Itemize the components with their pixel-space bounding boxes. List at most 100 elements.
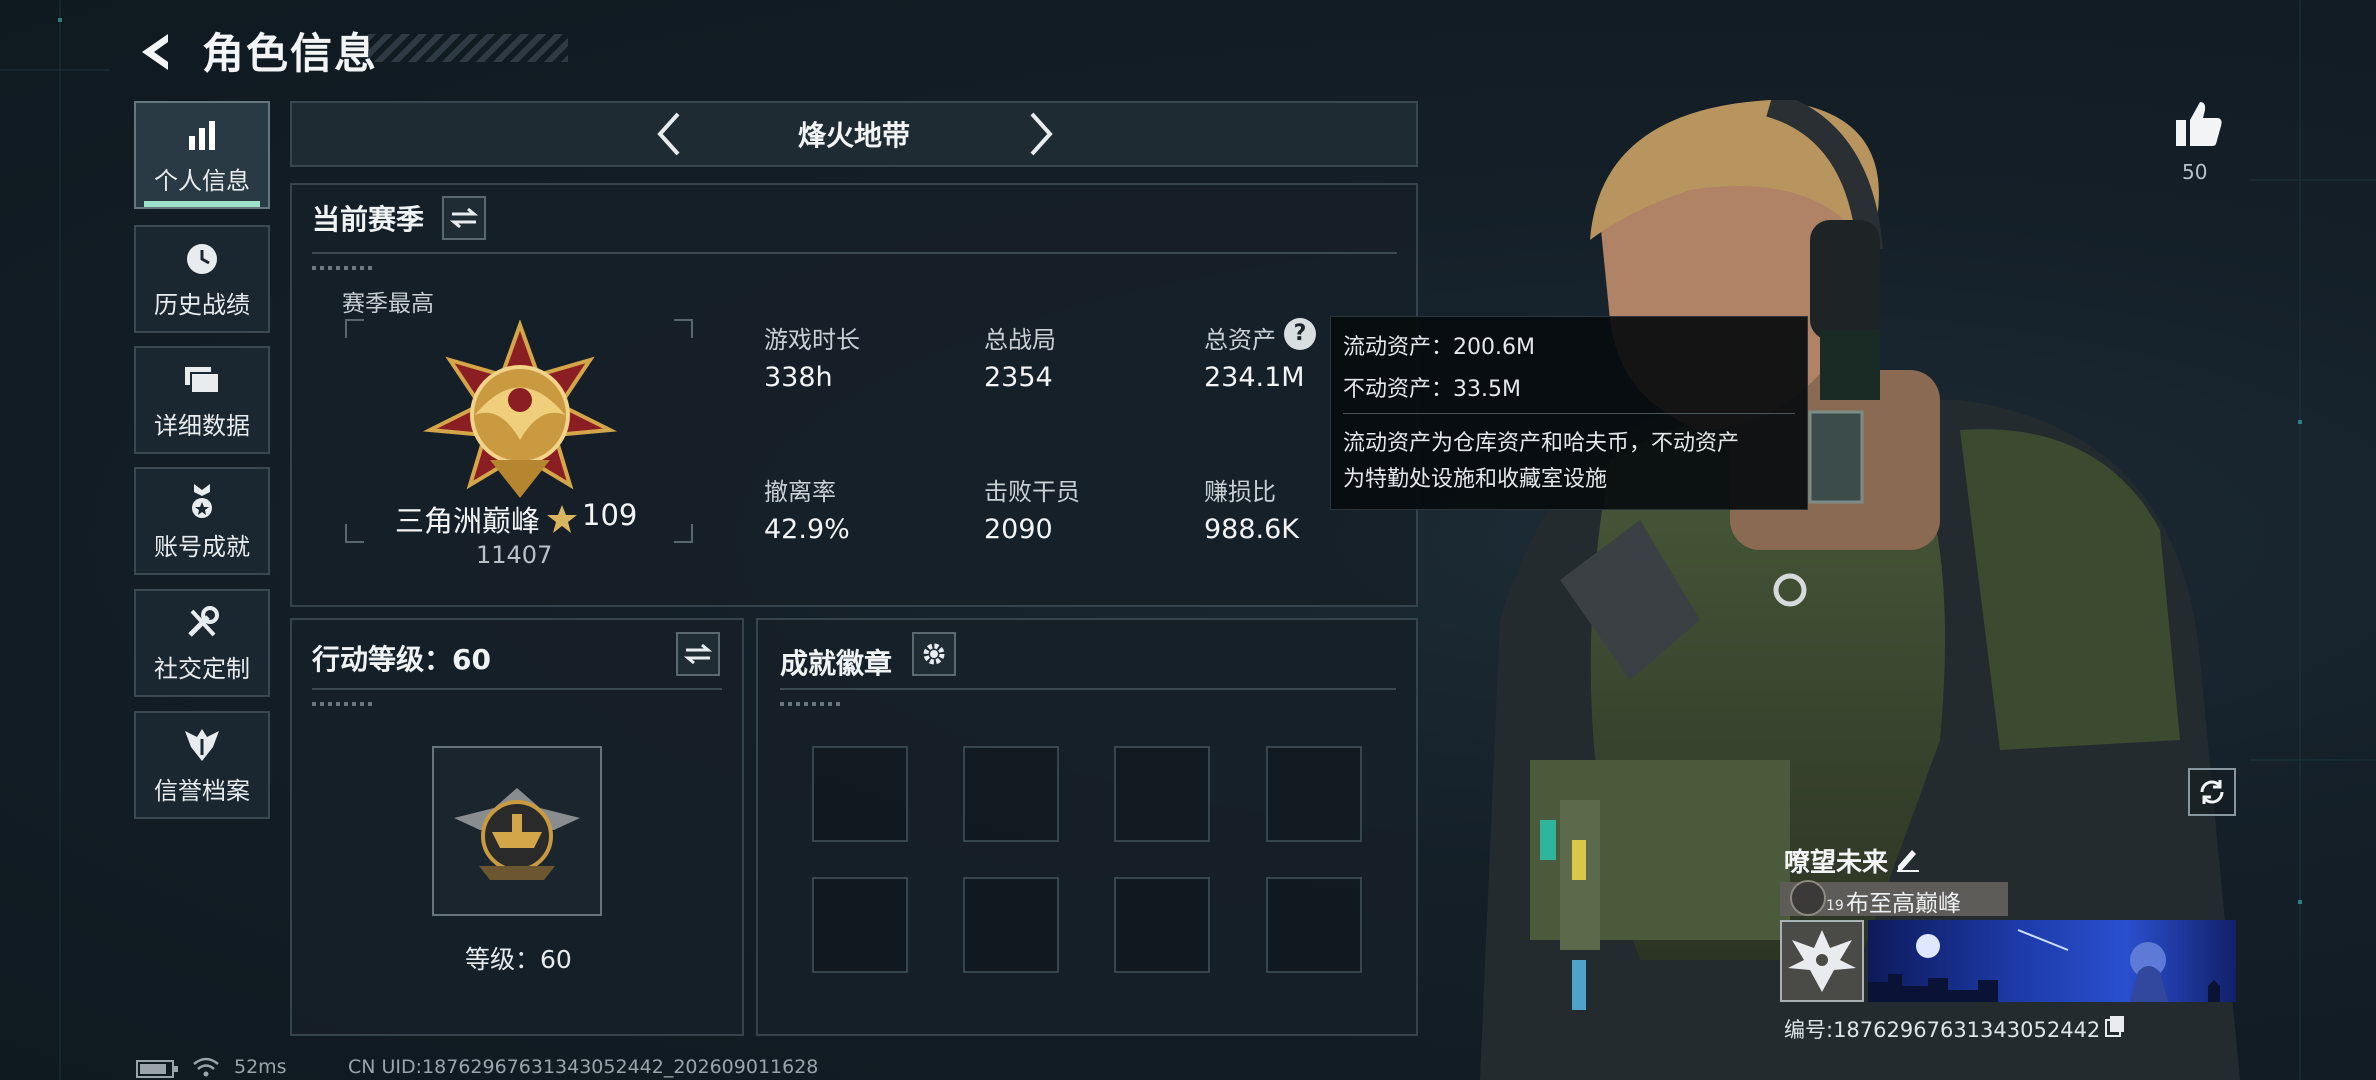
- player-banner: [1868, 920, 2236, 1002]
- achievement-slot[interactable]: [812, 746, 908, 842]
- like-button[interactable]: [2172, 98, 2226, 152]
- title-decoration: [368, 34, 568, 62]
- chevron-left-icon: [657, 112, 680, 156]
- thumbs-up-icon: [2176, 102, 2222, 146]
- sidebar-item-label: 历史战绩: [154, 290, 250, 319]
- sidebar-item-label: 信誉档案: [154, 776, 250, 805]
- stat-label-extract-rate: 撤离率: [764, 478, 836, 506]
- action-level-text: 等级：60: [465, 945, 572, 974]
- tooltip-fixed-assets: 不动资产：33.5M: [1343, 377, 1521, 402]
- player-id: 编号:18762967631343052442: [1784, 1018, 2101, 1042]
- copy-icon: [2105, 1016, 2124, 1037]
- edit-name-button[interactable]: [1894, 844, 1922, 872]
- divider-dots: [780, 702, 840, 706]
- gear-icon: [923, 643, 945, 665]
- stat-label-matches: 总战局: [984, 326, 1056, 354]
- sidebar-item-label: 个人信息: [154, 166, 250, 195]
- sidebar-item-label: 详细数据: [154, 411, 250, 440]
- swap-arrows-icon: [684, 643, 712, 665]
- action-level-title: 行动等级：60: [312, 643, 491, 676]
- swap-arrows-icon: [450, 207, 478, 229]
- achievement-slot[interactable]: [1114, 877, 1210, 973]
- tooltip-liquid-assets: 流动资产：200.6M: [1343, 335, 1535, 360]
- pencil-icon: [1897, 850, 1919, 872]
- stat-value-profit-ratio: 988.6K: [1204, 514, 1300, 545]
- action-level-switch-button[interactable]: [676, 632, 720, 676]
- rank-stars: 109: [582, 498, 638, 532]
- player-tag-text: 布至高巅峰: [1846, 891, 1961, 917]
- stat-value-playtime: 338h: [764, 362, 833, 393]
- rank-score: 11407: [476, 541, 553, 569]
- achievement-slot[interactable]: [1114, 746, 1210, 842]
- eagle-emblem-icon: [1788, 930, 1856, 992]
- shield-wings-icon: [182, 725, 222, 765]
- back-arrow-icon: [142, 34, 168, 70]
- stat-label-playtime: 游戏时长: [764, 326, 860, 354]
- rank-name: 三角洲巅峰: [395, 504, 541, 538]
- sidebar-item-personal-info[interactable]: 个人信息: [134, 101, 270, 209]
- achievement-slot[interactable]: [1266, 877, 1362, 973]
- achievement-slot[interactable]: [963, 746, 1059, 842]
- uid-text: CN UID:18762967631343052442_202609011628: [348, 1056, 819, 1078]
- achievement-slot[interactable]: [812, 877, 908, 973]
- rotate-icon: [2200, 780, 2224, 804]
- season-title: 当前赛季: [312, 203, 425, 236]
- assets-tooltip: 流动资产：200.6M 不动资产：33.5M 流动资产为仓库资产和哈夫币，不动资…: [1330, 316, 1808, 510]
- action-level-divider: [312, 688, 722, 690]
- rank-emblem-icon: [422, 320, 618, 498]
- achievement-slot[interactable]: [1266, 746, 1362, 842]
- action-level-badge: [432, 746, 602, 916]
- season-divider: [312, 252, 1397, 254]
- sidebar-item-label: 社交定制: [154, 654, 250, 683]
- player-emblem: [1780, 920, 1864, 1002]
- back-button[interactable]: [132, 24, 188, 80]
- night-sky-banner: [1868, 929, 2220, 1002]
- tooltip-description-line2: 为特勤处设施和收藏室设施: [1343, 467, 1608, 492]
- like-count: 50: [2182, 160, 2208, 184]
- stat-label-assets: 总资产: [1204, 326, 1276, 354]
- clock-icon: [182, 239, 222, 279]
- sidebar-item-history[interactable]: 历史战绩: [134, 225, 270, 333]
- stat-value-matches: 2354: [984, 362, 1053, 393]
- achievement-slot[interactable]: [963, 877, 1059, 973]
- achievement-icon: [182, 481, 222, 521]
- star-icon: [547, 505, 577, 533]
- stat-value-assets: 234.1M: [1204, 362, 1305, 393]
- tooltip-divider: [1343, 413, 1795, 414]
- tools-icon: [182, 603, 222, 643]
- sidebar-item-detailed-data[interactable]: 详细数据: [134, 346, 270, 454]
- achievements-settings-button[interactable]: [912, 632, 956, 676]
- helicopter-emblem-icon: [454, 788, 580, 880]
- mode-next-button[interactable]: [1020, 110, 1060, 158]
- sidebar-item-social[interactable]: 社交定制: [134, 589, 270, 697]
- battery-icon: [136, 1060, 178, 1078]
- mode-prev-button[interactable]: [650, 110, 690, 158]
- stacked-cards-icon: [182, 360, 222, 400]
- tag-badge-level: 19: [1826, 898, 1844, 914]
- page-title: 角色信息: [202, 29, 379, 78]
- stat-label-kills: 击败干员: [984, 478, 1080, 506]
- assets-help-icon[interactable]: ?: [1284, 318, 1316, 350]
- achievements-divider: [780, 688, 1396, 690]
- mode-selector: 烽火地带: [290, 101, 1418, 167]
- sidebar-item-achievements[interactable]: 账号成就: [134, 467, 270, 575]
- player-name: 嘹望未来: [1784, 848, 1889, 878]
- mode-name: 烽火地带: [797, 119, 910, 152]
- rotate-character-button[interactable]: [2188, 768, 2236, 816]
- divider-dots: [312, 266, 372, 270]
- ping-text: 52ms: [234, 1056, 287, 1078]
- season-switch-button[interactable]: [442, 196, 486, 240]
- tooltip-description-line1: 流动资产为仓库资产和哈夫币，不动资产: [1343, 431, 1740, 456]
- tag-badge-icon: [1790, 880, 1826, 916]
- chevron-right-icon: [1030, 112, 1053, 156]
- divider-dots: [312, 702, 372, 706]
- copy-id-button[interactable]: [2104, 1014, 2128, 1038]
- sidebar-item-label: 账号成就: [154, 532, 250, 561]
- wifi-icon: [193, 1057, 219, 1077]
- stat-label-profit-ratio: 赚损比: [1204, 478, 1276, 506]
- stat-value-extract-rate: 42.9%: [764, 514, 850, 545]
- achievements-title: 成就徽章: [780, 647, 893, 680]
- bar-chart-icon: [182, 115, 222, 155]
- sidebar-item-credit[interactable]: 信誉档案: [134, 711, 270, 819]
- stat-value-kills: 2090: [984, 514, 1053, 545]
